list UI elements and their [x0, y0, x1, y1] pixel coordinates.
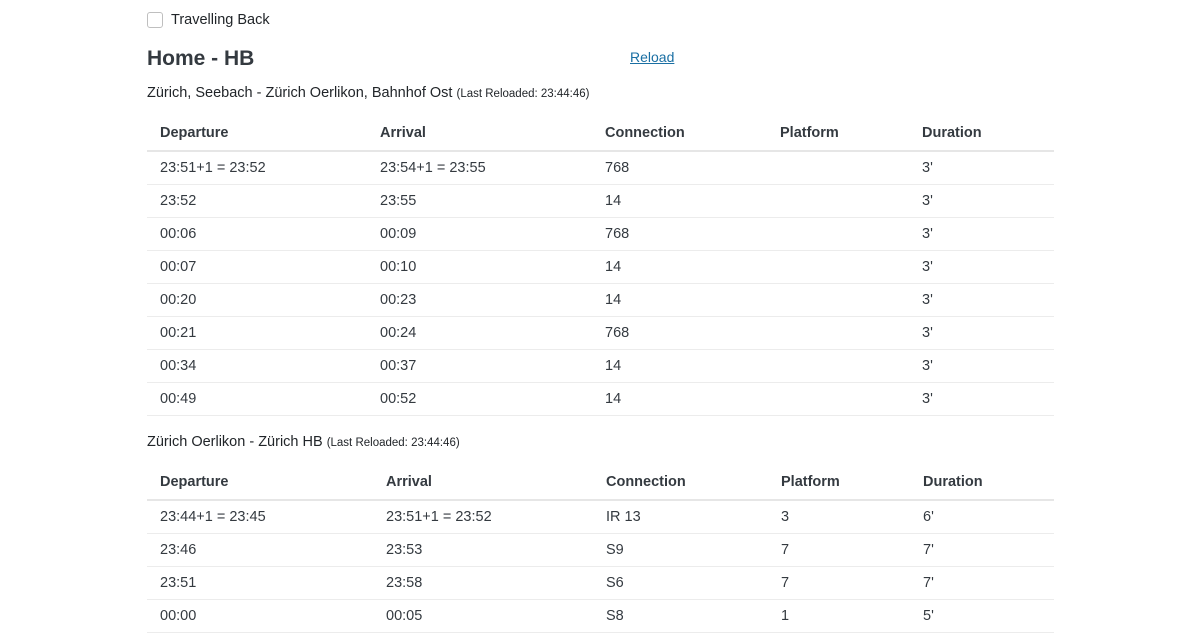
duration-cell: 7' [910, 566, 1054, 600]
departure-cell: 00:20 [147, 283, 367, 317]
last-reloaded: (Last Reloaded: 23:44:46) [326, 437, 460, 449]
page-title: Home - HB [147, 47, 255, 70]
duration-cell: 6' [910, 500, 1054, 534]
table-row: 00:06 00:09 768 3' [147, 217, 1054, 251]
column-header-duration: Duration [910, 465, 1054, 501]
platform-cell [767, 151, 909, 185]
table-row: 00:49 00:52 14 3' [147, 382, 1054, 416]
platform-cell: 7 [768, 533, 910, 567]
departure-cell: 23:46 [147, 533, 373, 567]
connection-cell: S6 [593, 566, 768, 600]
reload-link[interactable]: Reload [630, 49, 674, 65]
arrival-cell: 23:54+1 = 23:55 [367, 151, 592, 185]
connection-cell: 14 [592, 250, 767, 284]
platform-cell [767, 349, 909, 383]
arrival-cell: 23:53 [373, 533, 593, 567]
arrival-cell: 00:24 [367, 316, 592, 350]
departure-cell: 23:44+1 = 23:45 [147, 500, 373, 534]
table-row: 00:20 00:23 14 3' [147, 283, 1054, 317]
table-row: 00:21 00:24 768 3' [147, 316, 1054, 350]
section-title-oerlikon-hb: Zürich Oerlikon - Zürich HB (Last Reload… [147, 434, 460, 450]
platform-cell [767, 316, 909, 350]
duration-cell: 5' [910, 599, 1054, 633]
duration-cell: 3' [909, 184, 1054, 218]
departure-cell: 23:51 [147, 566, 373, 600]
connection-cell: IR 13 [593, 500, 768, 534]
duration-cell: 3' [909, 217, 1054, 251]
column-header-connection: Connection [593, 465, 768, 501]
travelling-back-checkbox[interactable] [147, 12, 163, 28]
arrival-cell: 00:10 [367, 250, 592, 284]
arrival-cell: 00:52 [367, 382, 592, 416]
departure-cell: 00:21 [147, 316, 367, 350]
table-row: 23:51+1 = 23:52 23:54+1 = 23:55 768 3' [147, 151, 1054, 185]
platform-cell [767, 217, 909, 251]
column-header-duration: Duration [909, 116, 1054, 152]
connection-cell: S8 [593, 599, 768, 633]
arrival-cell: 00:09 [367, 217, 592, 251]
column-header-departure: Departure [147, 116, 367, 152]
table-row: 00:07 00:10 14 3' [147, 250, 1054, 284]
column-header-arrival: Arrival [367, 116, 592, 152]
arrival-cell: 00:23 [367, 283, 592, 317]
duration-cell: 3' [909, 349, 1054, 383]
column-header-arrival: Arrival [373, 465, 593, 501]
table-row: 23:52 23:55 14 3' [147, 184, 1054, 218]
connection-cell: 14 [592, 283, 767, 317]
connection-cell: 14 [592, 349, 767, 383]
platform-cell: 7 [768, 566, 910, 600]
platform-cell [767, 382, 909, 416]
arrival-cell: 00:37 [367, 349, 592, 383]
table-header-row: Departure Arrival Connection Platform Du… [147, 116, 1054, 152]
travelling-back-option[interactable]: Travelling Back [147, 11, 270, 29]
route-name: Zürich Oerlikon - Zürich HB [147, 434, 323, 450]
connection-cell: 14 [592, 184, 767, 218]
departure-cell: 00:07 [147, 250, 367, 284]
duration-cell: 3' [909, 283, 1054, 317]
table-row: 00:34 00:37 14 3' [147, 349, 1054, 383]
connection-cell: 768 [592, 316, 767, 350]
departure-cell: 23:52 [147, 184, 367, 218]
timetable-seebach-oerlikon: Departure Arrival Connection Platform Du… [147, 116, 1054, 416]
column-header-departure: Departure [147, 465, 373, 501]
arrival-cell: 23:55 [367, 184, 592, 218]
departure-cell: 23:51+1 = 23:52 [147, 151, 367, 185]
duration-cell: 7' [910, 533, 1054, 567]
connection-cell: 14 [592, 382, 767, 416]
platform-cell [767, 184, 909, 218]
last-reloaded: (Last Reloaded: 23:44:46) [456, 88, 590, 100]
travelling-back-label: Travelling Back [171, 12, 270, 28]
table-header-row: Departure Arrival Connection Platform Du… [147, 465, 1054, 501]
arrival-cell: 23:51+1 = 23:52 [373, 500, 593, 534]
column-header-platform: Platform [767, 116, 909, 152]
platform-cell: 1 [768, 599, 910, 633]
arrival-cell: 00:05 [373, 599, 593, 633]
duration-cell: 3' [909, 316, 1054, 350]
connection-cell: 768 [592, 151, 767, 185]
arrival-cell: 23:58 [373, 566, 593, 600]
table-row: 23:51 23:58 S6 7 7' [147, 566, 1054, 600]
table-row: 23:46 23:53 S9 7 7' [147, 533, 1054, 567]
table-row: 00:00 00:05 S8 1 5' [147, 599, 1054, 633]
connection-cell: S9 [593, 533, 768, 567]
route-name: Zürich, Seebach - Zürich Oerlikon, Bahnh… [147, 85, 453, 101]
departure-cell: 00:34 [147, 349, 367, 383]
column-header-platform: Platform [768, 465, 910, 501]
table-row: 23:44+1 = 23:45 23:51+1 = 23:52 IR 13 3 … [147, 500, 1054, 534]
departure-cell: 00:00 [147, 599, 373, 633]
departure-cell: 00:06 [147, 217, 367, 251]
departure-cell: 00:49 [147, 382, 367, 416]
platform-cell: 3 [768, 500, 910, 534]
duration-cell: 3' [909, 250, 1054, 284]
column-header-connection: Connection [592, 116, 767, 152]
connection-cell: 768 [592, 217, 767, 251]
duration-cell: 3' [909, 151, 1054, 185]
duration-cell: 3' [909, 382, 1054, 416]
platform-cell [767, 250, 909, 284]
timetable-oerlikon-hb: Departure Arrival Connection Platform Du… [147, 465, 1054, 633]
section-title-seebach-oerlikon: Zürich, Seebach - Zürich Oerlikon, Bahnh… [147, 85, 589, 101]
platform-cell [767, 283, 909, 317]
